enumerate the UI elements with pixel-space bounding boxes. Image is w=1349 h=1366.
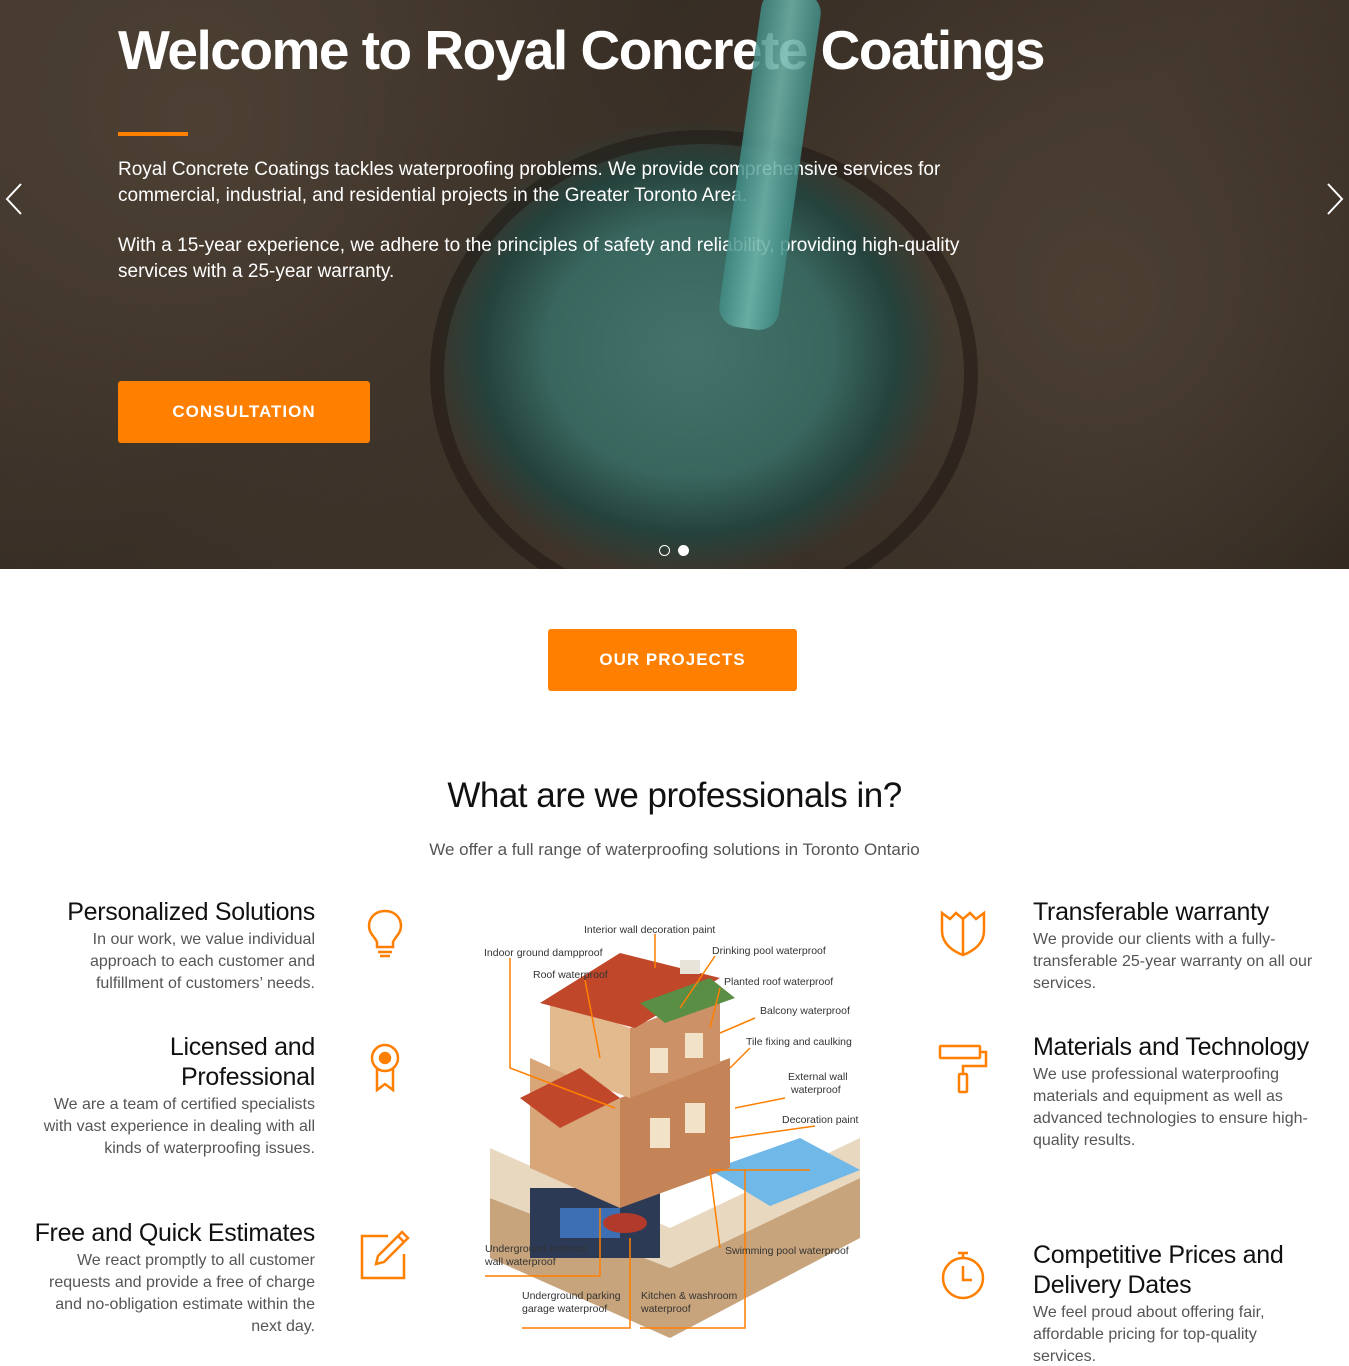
services-title: What are we professionals in? bbox=[447, 776, 902, 815]
hero-paragraph-1: Royal Concrete Coatings tackles waterpro… bbox=[118, 159, 941, 206]
feature-materials: Materials and Technology We use professi… bbox=[1033, 1032, 1323, 1152]
feature-title: Free and Quick Estimates bbox=[34, 1219, 316, 1247]
feature-text: We feel proud about offering fair, affor… bbox=[1033, 1304, 1265, 1365]
feature-text: We use professional waterproofing materi… bbox=[1033, 1066, 1308, 1149]
feature-personalized: Personalized Solutions In our work, we v… bbox=[30, 897, 315, 995]
diagram-label: Indoor ground dampproof bbox=[484, 947, 603, 959]
consultation-button[interactable]: CONSULTATION bbox=[118, 381, 370, 443]
diagram-label: Underground parking bbox=[522, 1290, 621, 1302]
lightbulb-icon bbox=[358, 905, 412, 959]
feature-title: Personalized Solutions bbox=[67, 898, 315, 926]
our-projects-button[interactable]: OUR PROJECTS bbox=[548, 629, 797, 691]
diagram-label: Decoration paint bbox=[782, 1114, 859, 1126]
diagram-label: Tile fixing and caulking bbox=[746, 1036, 852, 1048]
diagram-label: Kitchen & washroom bbox=[641, 1290, 738, 1302]
diagram-label: Roof waterproof bbox=[533, 969, 608, 981]
slider-dot-2[interactable] bbox=[678, 545, 689, 556]
feature-text: In our work, we value individual approac… bbox=[89, 931, 315, 992]
diagram-label: Balcony waterproof bbox=[760, 1005, 850, 1017]
feature-title: Competitive Prices and Delivery Dates bbox=[1033, 1241, 1284, 1299]
chevron-left-icon bbox=[5, 183, 22, 215]
diagram-label: garage waterproof bbox=[522, 1303, 607, 1315]
feature-title: Licensed and Professional bbox=[169, 1033, 315, 1091]
diagram-label: Planted roof waterproof bbox=[724, 976, 833, 988]
slider-dot-1[interactable] bbox=[659, 545, 670, 556]
feature-title: Materials and Technology bbox=[1033, 1033, 1309, 1061]
feature-warranty: Transferable warranty We provide our cli… bbox=[1033, 897, 1323, 995]
slider-prev-button[interactable] bbox=[4, 182, 24, 216]
diagram-label: Swimming pool waterproof bbox=[725, 1245, 849, 1257]
feature-estimates: Free and Quick Estimates We react prompt… bbox=[30, 1218, 316, 1338]
paint-roller-icon bbox=[936, 1040, 990, 1094]
diagram-label: Underground external bbox=[485, 1243, 587, 1255]
diagram-label: External wall bbox=[788, 1071, 848, 1083]
feature-pricing: Competitive Prices and Delivery Dates We… bbox=[1033, 1240, 1323, 1366]
diagram-label: Drinking pool waterproof bbox=[712, 945, 826, 957]
feature-text: We are a team of certified specialists w… bbox=[43, 1096, 315, 1157]
hero-divider bbox=[118, 132, 188, 136]
diagram-label: waterproof bbox=[790, 1084, 841, 1096]
chevron-right-icon bbox=[1327, 183, 1344, 215]
diagram-label: waterproof bbox=[640, 1303, 691, 1315]
edit-pencil-icon bbox=[358, 1228, 412, 1282]
slider-next-button[interactable] bbox=[1325, 182, 1345, 216]
diagram-label: Interior wall decoration paint bbox=[584, 924, 715, 936]
shield-icon bbox=[936, 905, 990, 959]
feature-title: Transferable warranty bbox=[1033, 898, 1269, 926]
services-subtitle: We offer a full range of waterproofing s… bbox=[429, 840, 920, 859]
feature-licensed: Licensed and Professional We are a team … bbox=[30, 1032, 316, 1160]
hero-paragraph-2: With a 15-year experience, we adhere to … bbox=[118, 235, 960, 282]
feature-text: We react promptly to all customer reques… bbox=[49, 1252, 315, 1335]
hero-slider: Welcome to Royal Concrete Coatings Royal… bbox=[0, 0, 1349, 569]
slider-pagination bbox=[659, 545, 689, 556]
feature-text: We provide our clients with a fully-tran… bbox=[1033, 931, 1313, 992]
waterproofing-house-diagram: Interior wall decoration paint Indoor gr… bbox=[470, 908, 870, 1338]
hero-title: Welcome to Royal Concrete Coatings bbox=[118, 19, 1045, 81]
diagram-label: wall waterproof bbox=[484, 1256, 556, 1268]
stopwatch-icon bbox=[936, 1248, 990, 1302]
award-ribbon-icon bbox=[358, 1040, 412, 1094]
